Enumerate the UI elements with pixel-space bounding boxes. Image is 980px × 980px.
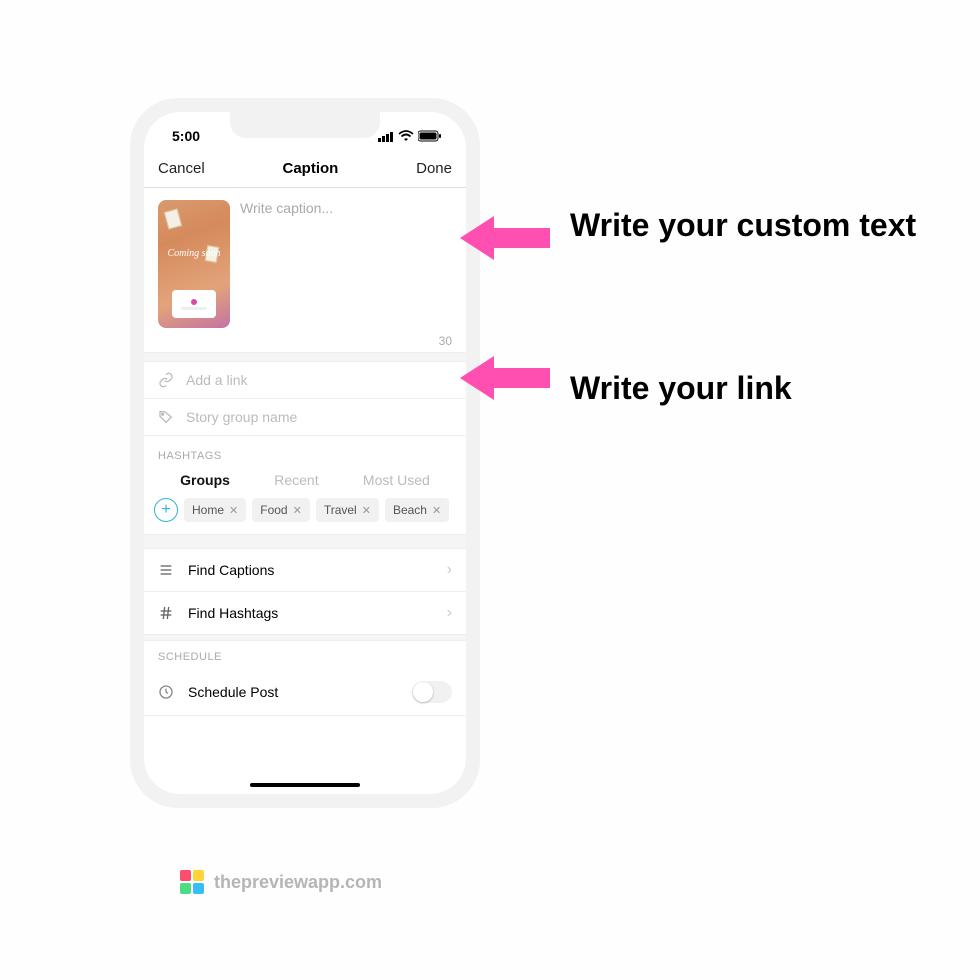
annotation-link-text: Write your link [570,368,792,408]
phone-notch [230,112,380,138]
close-icon[interactable]: ✕ [293,504,302,517]
find-hashtags-label: Find Hashtags [188,605,433,621]
battery-icon [418,130,442,142]
status-time: 5:00 [172,128,200,144]
footer-credit: thepreviewapp.com [180,870,382,894]
phone-screen: 5:00 Cancel Caption Done Coming soon 30 [144,112,466,794]
nav-bar: Cancel Caption Done [144,152,466,188]
close-icon[interactable]: ✕ [362,504,371,517]
caption-area: Coming soon [144,188,466,334]
tab-recent[interactable]: Recent [274,472,318,488]
hashtag-tabs: Groups Recent Most Used [144,468,466,498]
chip-beach[interactable]: Beach✕ [385,498,449,522]
schedule-post-label: Schedule Post [188,684,398,700]
link-icon [158,372,174,388]
hashtags-label: HASHTAGS [144,436,466,468]
schedule-post-row: Schedule Post [144,669,466,716]
find-captions-label: Find Captions [188,562,433,578]
signal-icon [378,131,394,142]
schedule-toggle[interactable] [412,681,452,703]
tab-groups[interactable]: Groups [180,472,230,488]
link-input[interactable] [186,372,452,388]
footer-text: thepreviewapp.com [214,872,382,893]
clock-icon [158,684,174,700]
done-button[interactable]: Done [416,160,452,177]
link-row[interactable] [144,362,466,399]
chevron-right-icon: › [447,561,452,579]
story-group-input[interactable] [186,409,452,425]
chip-food[interactable]: Food✕ [252,498,310,522]
app-logo-icon [180,870,204,894]
caption-input[interactable] [240,200,452,328]
arrow-icon [460,210,550,266]
add-group-button[interactable]: + [154,498,178,522]
phone-frame: 5:00 Cancel Caption Done Coming soon 30 [130,98,480,808]
tag-icon [158,409,174,425]
wifi-icon [398,130,414,142]
close-icon[interactable]: ✕ [229,504,238,517]
tab-most-used[interactable]: Most Used [363,472,430,488]
post-thumbnail[interactable]: Coming soon [158,200,230,328]
list-icon [158,562,174,578]
hashtag-chips: + Home✕ Food✕ Travel✕ Beach✕ [144,498,466,535]
hashtag-icon [158,605,174,621]
find-hashtags-row[interactable]: Find Hashtags › [144,592,466,635]
separator [144,535,466,549]
cancel-button[interactable]: Cancel [158,160,205,177]
chip-travel[interactable]: Travel✕ [316,498,379,522]
page-title: Caption [283,160,339,177]
chevron-right-icon: › [447,604,452,622]
status-icons [378,130,442,142]
separator [144,352,466,362]
home-indicator[interactable] [250,783,360,787]
find-captions-row[interactable]: Find Captions › [144,549,466,592]
char-count: 30 [144,334,466,352]
story-group-row[interactable] [144,399,466,436]
close-icon[interactable]: ✕ [432,504,441,517]
thumbnail-overlay-text: Coming soon [158,248,230,259]
arrow-icon [460,350,550,406]
annotation-custom-text: Write your custom text [570,205,916,245]
schedule-label: SCHEDULE [144,641,466,669]
chip-home[interactable]: Home✕ [184,498,246,522]
